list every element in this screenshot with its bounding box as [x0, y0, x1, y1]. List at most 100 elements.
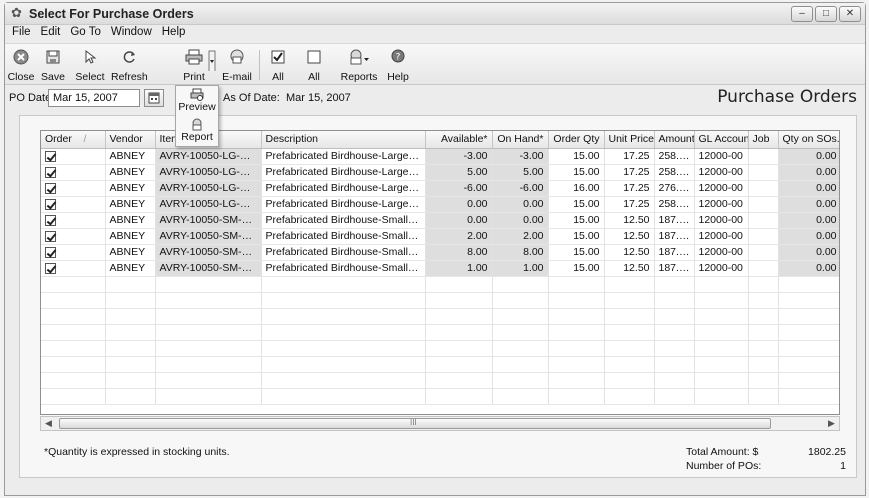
empty-row[interactable] — [41, 292, 839, 309]
scroll-left-icon[interactable]: ◀ — [41, 417, 56, 430]
maximize-button[interactable]: □ — [815, 6, 837, 22]
column-header-available[interactable]: Available* — [425, 131, 493, 149]
order-checkbox-cell[interactable] — [41, 180, 106, 197]
column-header-vendor[interactable]: Vendor — [105, 131, 156, 149]
unit-price-cell[interactable]: 12.50 — [604, 228, 655, 245]
gl-account-cell[interactable]: 12000-00 — [694, 164, 749, 181]
unit-price-cell[interactable]: 17.25 — [604, 148, 655, 165]
po-date-field[interactable]: Mar 15, 2007 — [48, 89, 140, 107]
table-row[interactable]: ABNEY AVRY-10050-LG-HTL Prefabricated Bi… — [41, 180, 839, 197]
menu-go-to[interactable]: Go To — [65, 25, 105, 42]
order-checkbox[interactable] — [45, 214, 56, 226]
scrollbar-thumb[interactable]: III — [59, 418, 771, 429]
menu-file[interactable]: File — [7, 25, 36, 42]
gl-account-cell[interactable]: 12000-00 — [694, 180, 749, 197]
horizontal-scrollbar[interactable]: ◀ III ▶ — [40, 416, 840, 431]
table-row[interactable]: ABNEY AVRY-10050-SM-EFL Prefabricated Bi… — [41, 228, 839, 245]
job-cell[interactable] — [748, 148, 779, 165]
scroll-right-icon[interactable]: ▶ — [824, 417, 839, 430]
order-checkbox-cell[interactable] — [41, 148, 106, 165]
order-checkbox[interactable] — [45, 230, 56, 242]
print-dropdown-arrow[interactable] — [208, 46, 216, 84]
select-button[interactable]: Select — [75, 46, 105, 84]
order-qty-cell[interactable]: 16.00 — [548, 180, 605, 197]
empty-row[interactable] — [41, 372, 839, 389]
order-checkbox-cell[interactable] — [41, 228, 106, 245]
table-row[interactable]: ABNEY AVRY-10050-SM-PYR Prefabricated Bi… — [41, 260, 839, 277]
gl-account-cell[interactable]: 12000-00 — [694, 196, 749, 213]
close-button[interactable]: Close — [7, 46, 35, 84]
gl-account-cell[interactable]: 12000-00 — [694, 228, 749, 245]
order-qty-cell[interactable]: 15.00 — [548, 148, 605, 165]
table-row[interactable]: ABNEY AVRY-10050-LG-CSL Prefabricated Bi… — [41, 148, 839, 165]
minimize-button[interactable]: – — [791, 6, 813, 22]
order-checkbox-cell[interactable] — [41, 212, 106, 229]
unit-price-cell[interactable]: 12.50 — [604, 260, 655, 277]
order-checkbox[interactable] — [45, 198, 56, 210]
unit-price-cell[interactable]: 17.25 — [604, 164, 655, 181]
job-cell[interactable] — [748, 228, 779, 245]
empty-row[interactable] — [41, 324, 839, 341]
calendar-button[interactable] — [144, 89, 164, 107]
order-qty-cell[interactable]: 15.00 — [548, 196, 605, 213]
empty-row[interactable] — [41, 308, 839, 325]
help-button[interactable]: ? Help — [385, 46, 411, 84]
job-cell[interactable] — [748, 212, 779, 229]
empty-row[interactable] — [41, 276, 839, 293]
close-window-button[interactable]: ✕ — [839, 6, 861, 22]
gl-account-cell[interactable]: 12000-00 — [694, 244, 749, 261]
unit-price-cell[interactable]: 12.50 — [604, 244, 655, 261]
email-button[interactable]: E-mail — [221, 46, 253, 84]
table-row[interactable]: ABNEY AVRY-10050-LG-PYR Prefabricated Bi… — [41, 196, 839, 213]
order-qty-cell[interactable]: 15.00 — [548, 164, 605, 181]
order-qty-cell[interactable]: 15.00 — [548, 212, 605, 229]
column-header-amount[interactable]: Amount — [654, 131, 695, 149]
column-header-qty-on-sos[interactable]: Qty on SOs... — [778, 131, 839, 149]
order-checkbox[interactable] — [45, 166, 56, 178]
table-row[interactable]: ABNEY AVRY-10050-LG-EFL Prefabricated Bi… — [41, 164, 839, 181]
job-cell[interactable] — [748, 180, 779, 197]
order-checkbox-cell[interactable] — [41, 164, 106, 181]
column-header-unit-price[interactable]: Unit Price — [604, 131, 655, 149]
save-button[interactable]: Save — [39, 46, 67, 84]
print-button[interactable]: Print — [180, 46, 208, 84]
menu-window[interactable]: Window — [106, 25, 157, 42]
table-row[interactable]: ABNEY AVRY-10050-SM-HTL Prefabricated Bi… — [41, 244, 839, 261]
column-header-order-qty[interactable]: Order Qty — [548, 131, 605, 149]
job-cell[interactable] — [748, 196, 779, 213]
unit-price-cell[interactable]: 12.50 — [604, 212, 655, 229]
column-header-job[interactable]: Job — [748, 131, 779, 149]
menu-help[interactable]: Help — [157, 25, 191, 42]
menu-edit[interactable]: Edit — [36, 25, 66, 42]
empty-row[interactable] — [41, 356, 839, 373]
check-all-button[interactable]: All — [265, 46, 291, 84]
unit-price-cell[interactable]: 17.25 — [604, 180, 655, 197]
uncheck-all-button[interactable]: All — [301, 46, 327, 84]
order-checkbox[interactable] — [45, 182, 56, 194]
gl-account-cell[interactable]: 12000-00 — [694, 212, 749, 229]
empty-row[interactable] — [41, 388, 839, 405]
column-header-gl-account[interactable]: GL Account — [694, 131, 749, 149]
column-header-description[interactable]: Description — [261, 131, 426, 149]
refresh-button[interactable]: Refresh — [111, 46, 148, 84]
unit-price-cell[interactable]: 17.25 — [604, 196, 655, 213]
print-report-item[interactable]: Report — [176, 117, 218, 147]
order-qty-cell[interactable]: 15.00 — [548, 260, 605, 277]
order-checkbox[interactable] — [45, 262, 56, 274]
order-checkbox[interactable] — [45, 150, 56, 162]
gl-account-cell[interactable]: 12000-00 — [694, 260, 749, 277]
job-cell[interactable] — [748, 244, 779, 261]
order-checkbox-cell[interactable] — [41, 260, 106, 277]
table-row[interactable]: ABNEY AVRY-10050-SM-CSL Prefabricated Bi… — [41, 212, 839, 229]
order-checkbox-cell[interactable] — [41, 196, 106, 213]
job-cell[interactable] — [748, 164, 779, 181]
order-qty-cell[interactable]: 15.00 — [548, 228, 605, 245]
column-header-order[interactable]: Order / — [41, 131, 106, 149]
print-preview-item[interactable]: Preview — [176, 87, 218, 117]
gl-account-cell[interactable]: 12000-00 — [694, 148, 749, 165]
empty-row[interactable] — [41, 340, 839, 357]
column-header-on-hand[interactable]: On Hand* — [492, 131, 549, 149]
reports-button[interactable]: Reports — [339, 46, 379, 84]
order-checkbox-cell[interactable] — [41, 244, 106, 261]
order-checkbox[interactable] — [45, 246, 56, 258]
